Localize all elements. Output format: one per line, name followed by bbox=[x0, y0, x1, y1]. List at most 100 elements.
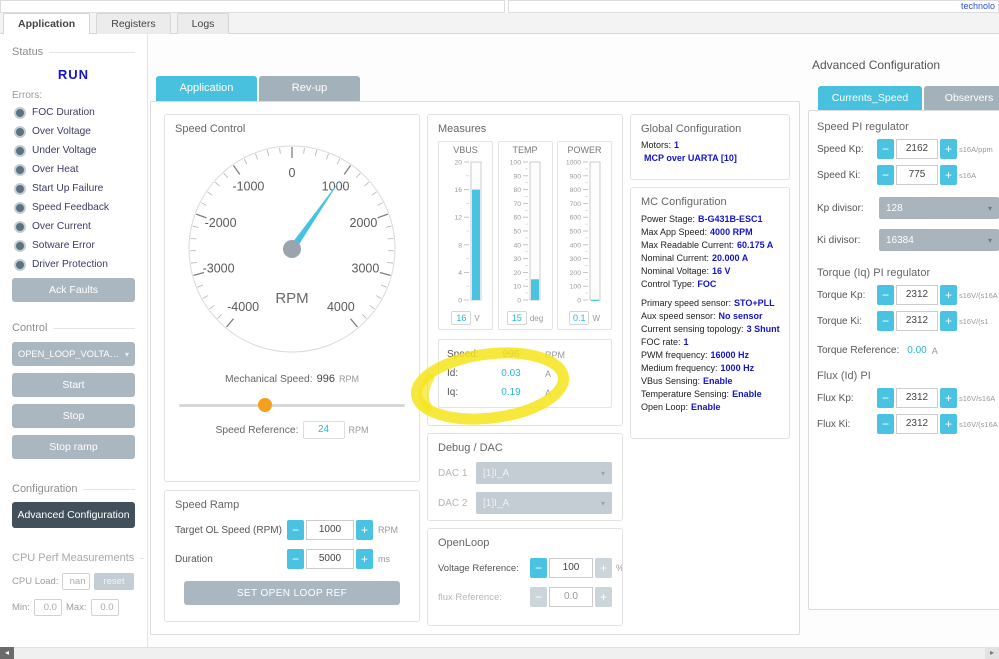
flux-kp-label: Flux Kp: bbox=[817, 393, 877, 404]
increment-button[interactable]: + bbox=[356, 549, 373, 569]
main-tab-revup[interactable]: Rev-up bbox=[259, 76, 360, 101]
horizontal-scrollbar[interactable]: ◂ ▸ bbox=[0, 647, 999, 659]
error-bullet-icon bbox=[16, 261, 24, 269]
svg-text:700: 700 bbox=[569, 201, 581, 208]
dac1-select[interactable]: [1]I_A ▾ bbox=[476, 462, 612, 484]
iq-readout-label: Iq: bbox=[447, 387, 489, 398]
increment-button[interactable]: + bbox=[940, 414, 957, 434]
speed-readout-label: Speed: bbox=[447, 349, 489, 360]
speed-kp-value[interactable]: 2162 bbox=[896, 139, 938, 159]
increment-button[interactable]: + bbox=[940, 388, 957, 408]
increment-button[interactable]: + bbox=[595, 558, 612, 578]
decrement-button[interactable]: − bbox=[877, 139, 894, 159]
speed-slider-handle[interactable] bbox=[258, 398, 272, 412]
ack-faults-button[interactable]: Ack Faults bbox=[12, 278, 135, 302]
status-section-header: Status bbox=[12, 46, 135, 58]
decrement-button[interactable]: − bbox=[530, 558, 547, 578]
errors-label: Errors: bbox=[12, 90, 135, 101]
tab-registers[interactable]: Registers bbox=[96, 13, 170, 34]
decrement-button[interactable]: − bbox=[287, 520, 304, 540]
stop-ramp-button[interactable]: Stop ramp bbox=[12, 435, 135, 459]
control-mode-value: OPEN_LOOP_VOLTAGE bbox=[18, 349, 122, 359]
decrement-button[interactable]: − bbox=[877, 414, 894, 434]
cpu-reset-button[interactable]: reset bbox=[94, 573, 133, 590]
decrement-button[interactable]: − bbox=[877, 285, 894, 305]
svg-text:0: 0 bbox=[517, 298, 521, 305]
increment-button[interactable]: + bbox=[940, 311, 957, 331]
measures-title: Measures bbox=[438, 123, 612, 135]
set-open-loop-ref-button[interactable]: SET OPEN LOOP REF bbox=[184, 581, 399, 605]
ki-divisor-select[interactable]: 16384 ▾ bbox=[879, 229, 999, 251]
config-label: Power Stage: bbox=[641, 214, 695, 224]
top-right-link[interactable]: technolo bbox=[961, 1, 995, 11]
dac2-value: [1]I_A bbox=[483, 498, 509, 509]
tab-observers[interactable]: Observers bbox=[924, 86, 999, 110]
cpu-load-label: CPU Load: bbox=[12, 576, 58, 587]
duration-value[interactable]: 5000 bbox=[306, 549, 354, 569]
tab-application[interactable]: Application bbox=[3, 13, 90, 35]
torque-kp-unit: s16V/(s16A bbox=[959, 291, 998, 300]
speed-ki-row: Speed Ki: − 775 + s16A bbox=[817, 165, 999, 185]
torque-reference-row: Torque Reference: 0.00 A bbox=[817, 345, 999, 356]
scroll-right-icon[interactable]: ▸ bbox=[985, 647, 999, 659]
stop-button[interactable]: Stop bbox=[12, 404, 135, 428]
cpu-minmax-row: Min: 0.0 Max: 0.0 bbox=[12, 599, 135, 616]
voltage-reference-value[interactable]: 100 bbox=[549, 558, 593, 578]
kp-divisor-row: Kp divisor: 128 ▾ bbox=[817, 197, 999, 219]
torque-ki-value[interactable]: 2312 bbox=[896, 311, 938, 331]
increment-button: + bbox=[595, 587, 612, 607]
increment-button[interactable]: + bbox=[940, 139, 957, 159]
cpu-max-value: 0.0 bbox=[91, 599, 119, 616]
dac2-label: DAC 2 bbox=[438, 498, 476, 509]
id-readout-value: 0.03 bbox=[489, 368, 533, 379]
speed-reference-slider[interactable] bbox=[179, 398, 405, 412]
advanced-configuration-panel: Speed PI regulator Speed Kp: − 2162 + s1… bbox=[808, 110, 999, 610]
speed-reference-value[interactable]: 24 bbox=[303, 421, 345, 439]
id-readout-unit: A bbox=[545, 369, 551, 379]
global-configuration-title: Global Configuration bbox=[641, 123, 779, 135]
control-title: Control bbox=[12, 322, 47, 334]
tab-logs[interactable]: Logs bbox=[177, 13, 230, 34]
torque-ki-label: Torque Ki: bbox=[817, 316, 877, 327]
error-label: Over Heat bbox=[32, 164, 78, 175]
start-button[interactable]: Start bbox=[12, 373, 135, 397]
svg-text:70: 70 bbox=[513, 201, 521, 208]
flux-kp-value[interactable]: 2312 bbox=[896, 388, 938, 408]
cpu-max-label: Max: bbox=[66, 602, 87, 613]
config-value: 16 V bbox=[712, 266, 731, 276]
control-section-header: Control bbox=[12, 322, 135, 334]
target-ol-speed-value[interactable]: 1000 bbox=[306, 520, 354, 540]
increment-button[interactable]: + bbox=[940, 285, 957, 305]
tab-currents-speed[interactable]: Currents_Speed bbox=[818, 86, 922, 110]
config-label: Temperature Sensing: bbox=[641, 389, 729, 399]
control-mode-select[interactable]: OPEN_LOOP_VOLTAGE ▾ bbox=[12, 342, 135, 366]
config-value: Enable bbox=[703, 376, 733, 386]
flux-ki-value[interactable]: 2312 bbox=[896, 414, 938, 434]
error-label: Over Current bbox=[32, 221, 91, 232]
main-tab-application[interactable]: Application bbox=[156, 76, 257, 101]
cpu-section-header: CPU Perf Measurements bbox=[12, 552, 135, 564]
svg-text:90: 90 bbox=[513, 173, 521, 180]
measures-group: Measures VBUS 048121620 16 V TEMP 010203… bbox=[427, 114, 623, 426]
kp-divisor-value: 128 bbox=[886, 203, 903, 214]
torque-kp-value[interactable]: 2312 bbox=[896, 285, 938, 305]
increment-button[interactable]: + bbox=[940, 165, 957, 185]
kp-divisor-select[interactable]: 128 ▾ bbox=[879, 197, 999, 219]
dac2-select[interactable]: [1]I_A ▾ bbox=[476, 492, 612, 514]
decrement-button[interactable]: − bbox=[877, 311, 894, 331]
scroll-left-icon[interactable]: ◂ bbox=[0, 647, 14, 659]
config-label: Nominal Current: bbox=[641, 253, 709, 263]
temp-gauge: TEMP 0102030405060708090100 15 deg bbox=[498, 141, 553, 330]
flux-reference-value: 0.0 bbox=[549, 587, 593, 607]
decrement-button[interactable]: − bbox=[287, 549, 304, 569]
flux-ki-label: Flux Ki: bbox=[817, 419, 877, 430]
decrement-button[interactable]: − bbox=[877, 388, 894, 408]
speed-ki-value[interactable]: 775 bbox=[896, 165, 938, 185]
chevron-down-icon: ▾ bbox=[601, 469, 605, 478]
decrement-button[interactable]: − bbox=[877, 165, 894, 185]
svg-text:4000: 4000 bbox=[327, 300, 355, 314]
slider-track[interactable] bbox=[179, 404, 405, 407]
flux-ki-row: Flux Ki: − 2312 + s16V/(s16A bbox=[817, 414, 999, 434]
increment-button[interactable]: + bbox=[356, 520, 373, 540]
advanced-configuration-button[interactable]: Advanced Configuration bbox=[12, 502, 135, 528]
